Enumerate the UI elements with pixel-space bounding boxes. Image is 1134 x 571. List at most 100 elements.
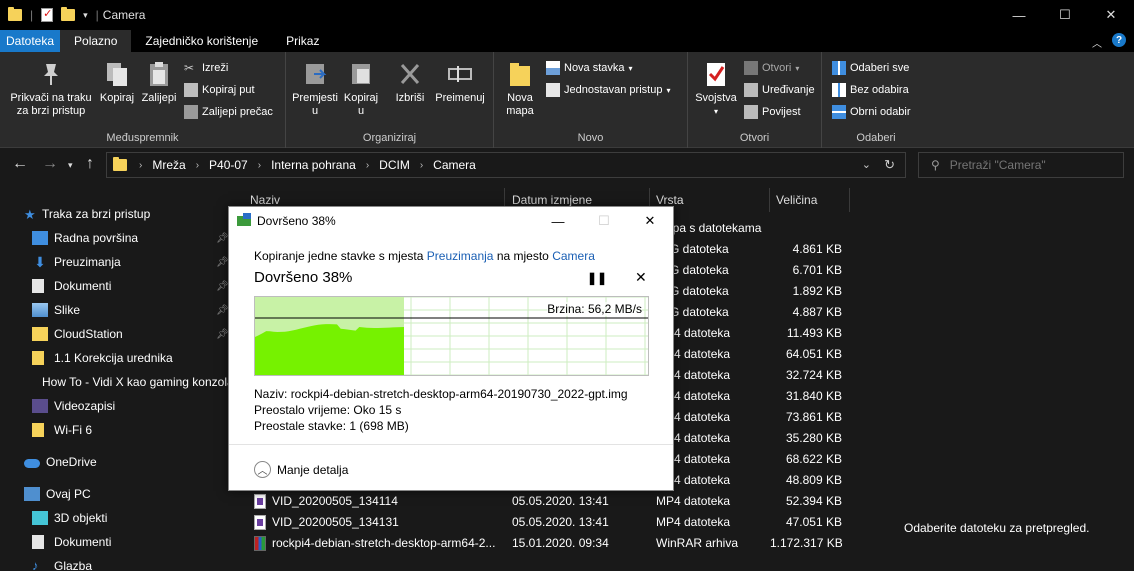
breadcrumb-camera[interactable]: Camera: [427, 158, 482, 172]
customize-toolbar-chevron-icon[interactable]: ▾: [83, 10, 88, 21]
sidebar-item-label: Slike: [54, 303, 81, 317]
star-icon: ★: [24, 207, 36, 222]
source-link[interactable]: Preuzimanja: [427, 249, 494, 263]
breadcrumb-separator-icon[interactable]: ›: [192, 160, 203, 171]
dialog-divider: [229, 444, 673, 445]
file-name-value: rockpi4-debian-stretch-desktop-arm64-201…: [290, 387, 628, 401]
sidebar-item-3d-objects[interactable]: 3D objekti: [32, 507, 262, 529]
back-arrow-icon[interactable]: ←: [12, 155, 28, 173]
less-details-button[interactable]: ︿ Manje detalja: [254, 461, 348, 478]
file-size-cell: 1.892 KB: [792, 284, 842, 298]
new-item-label: Nova stavka: [564, 62, 625, 74]
copy-icon: [107, 63, 127, 86]
invert-selection-button[interactable]: Obrni odabir: [832, 103, 911, 121]
paste-button[interactable]: Zalijepi: [138, 60, 180, 105]
paste-shortcut-button[interactable]: Zalijepi prečac: [184, 103, 273, 121]
desktop-icon: [32, 231, 48, 245]
rename-button[interactable]: Preimenuj: [432, 60, 488, 105]
properties-label: Svojstva: [695, 92, 737, 104]
select-all-icon: [832, 61, 846, 75]
tab-view[interactable]: Prikaz: [272, 30, 333, 52]
refresh-icon[interactable]: ↻: [884, 157, 895, 173]
copy-to-button[interactable]: Kopiraj u: [340, 60, 382, 118]
easy-access-button[interactable]: Jednostavan pristup ▾: [546, 81, 670, 99]
tab-file[interactable]: Datoteka: [0, 30, 61, 52]
tab-share[interactable]: Zajedničko korištenje: [131, 30, 272, 52]
select-none-button[interactable]: Bez odabira: [832, 81, 909, 99]
sidebar-item-folder[interactable]: 1.1 Korekcija urednika: [32, 347, 228, 369]
delete-button[interactable]: Izbriši: [390, 60, 430, 105]
sidebar-item-folder[interactable]: How To - Vidi X kao gaming konzola: [32, 371, 228, 393]
sidebar-item-this-pc[interactable]: Ovaj PC: [24, 483, 254, 505]
organize-group: Premjesti u Kopiraj u Izbriši Preimenuj …: [286, 52, 494, 148]
invert-selection-label: Obrni odabir: [850, 106, 911, 118]
recent-locations-chevron-icon[interactable]: ▾: [68, 160, 73, 171]
properties-icon[interactable]: [41, 7, 54, 22]
cut-button[interactable]: ✂ Izreži: [184, 59, 228, 77]
copy-button[interactable]: Kopiraj: [98, 60, 136, 105]
paste-shortcut-label: Zalijepi prečac: [202, 106, 273, 118]
file-size-cell: 6.701 KB: [792, 263, 842, 277]
breadcrumb-separator-icon[interactable]: ›: [362, 160, 373, 171]
table-row[interactable]: VID_20200505_134131 05.05.2020. 13:41 MP4 …: [230, 512, 850, 533]
up-arrow-icon[interactable]: ↑: [86, 155, 94, 173]
breadcrumb-separator-icon[interactable]: ›: [135, 160, 146, 171]
sidebar-item-onedrive[interactable]: OneDrive: [24, 451, 254, 473]
history-button[interactable]: Povijest: [744, 103, 801, 121]
search-box[interactable]: ⚲: [918, 152, 1124, 178]
new-folder-icon[interactable]: [61, 7, 76, 21]
sidebar-item-documents-pc[interactable]: Dokumenti: [32, 531, 262, 553]
breadcrumb-device[interactable]: P40-07: [203, 158, 254, 172]
open-button[interactable]: Otvori ▾: [744, 59, 799, 77]
less-details-label: Manje detalja: [277, 462, 349, 477]
help-icon[interactable]: ?: [1112, 33, 1126, 47]
sidebar-item-label: Dokumenti: [54, 279, 112, 293]
new-item-button[interactable]: Nova stavka ▾: [546, 59, 633, 77]
forward-arrow-icon[interactable]: →: [42, 155, 58, 173]
close-button[interactable]: ✕: [1088, 0, 1134, 30]
ribbon: Prikvači na traku za brzi pristup Kopira…: [0, 52, 1134, 148]
new-folder-button[interactable]: Nova mapa: [502, 60, 538, 118]
cancel-icon[interactable]: ✕: [635, 269, 647, 286]
address-dropdown-chevron-icon[interactable]: ⌄: [862, 158, 871, 171]
breadcrumb-storage[interactable]: Interna pohrana: [265, 158, 362, 172]
breadcrumb-separator-icon[interactable]: ›: [416, 160, 427, 171]
breadcrumb-dcim[interactable]: DCIM: [373, 158, 416, 172]
items-remaining-label: Preostale stavke:: [254, 419, 347, 433]
sidebar-item-music[interactable]: ♪ Glazba: [32, 555, 262, 571]
maximize-button[interactable]: ☐: [1042, 0, 1088, 30]
breadcrumb-separator-icon[interactable]: ›: [254, 160, 265, 171]
sidebar-item-quick-access[interactable]: ★ Traka za brzi pristup: [24, 203, 254, 225]
copy-icon: [237, 213, 251, 226]
dialog-close-button[interactable]: ✕: [627, 207, 673, 235]
ribbon-tabs: Datoteka Polazno Zajedničko korištenje P…: [0, 30, 1134, 52]
paste-icon: [150, 62, 168, 86]
minimize-button[interactable]: —: [996, 0, 1042, 30]
tab-home[interactable]: Polazno: [60, 30, 132, 52]
edit-button[interactable]: Uređivanje: [744, 81, 815, 99]
rename-icon: [448, 66, 472, 82]
transfer-speed: Brzina: 56,2 MB/s: [547, 302, 642, 316]
file-size-cell: 35.280 KB: [785, 431, 842, 445]
breadcrumb-network[interactable]: Mreža: [146, 158, 191, 172]
pin-to-quick-access-button[interactable]: Prikvači na traku za brzi pristup: [6, 60, 96, 118]
select-all-label: Odaberi sve: [850, 62, 910, 74]
move-to-label-2: u: [311, 105, 319, 117]
dialog-minimize-button[interactable]: —: [535, 207, 581, 235]
file-name-label: Naziv:: [254, 387, 288, 401]
table-row[interactable]: VID_20200505_134114 05.05.2020. 13:41 MP4 …: [230, 491, 850, 512]
properties-button[interactable]: Svojstva ▾: [692, 60, 740, 118]
pause-icon[interactable]: ❚❚: [587, 271, 607, 285]
copy-path-button[interactable]: Kopiraj put: [184, 81, 255, 99]
column-header-size[interactable]: Veličina: [770, 188, 850, 212]
destination-link[interactable]: Camera: [552, 249, 595, 263]
search-input[interactable]: [949, 158, 1110, 172]
paste-shortcut-icon: [184, 105, 198, 119]
select-all-button[interactable]: Odaberi sve: [832, 59, 909, 77]
collapse-ribbon-chevron-icon[interactable]: ︿: [1092, 35, 1102, 50]
address-bar[interactable]: › Mreža › P40-07 › Interna pohrana › DCI…: [106, 152, 906, 178]
move-to-button[interactable]: Premjesti u: [290, 60, 340, 118]
title-bar: | ▾ | Camera — ☐ ✕: [0, 0, 1134, 30]
items-remaining-row: Preostale stavke: 1 (698 MB): [254, 419, 409, 433]
table-row[interactable]: rockpi4-debian-stretch-desktop-arm64-2..…: [230, 533, 850, 554]
